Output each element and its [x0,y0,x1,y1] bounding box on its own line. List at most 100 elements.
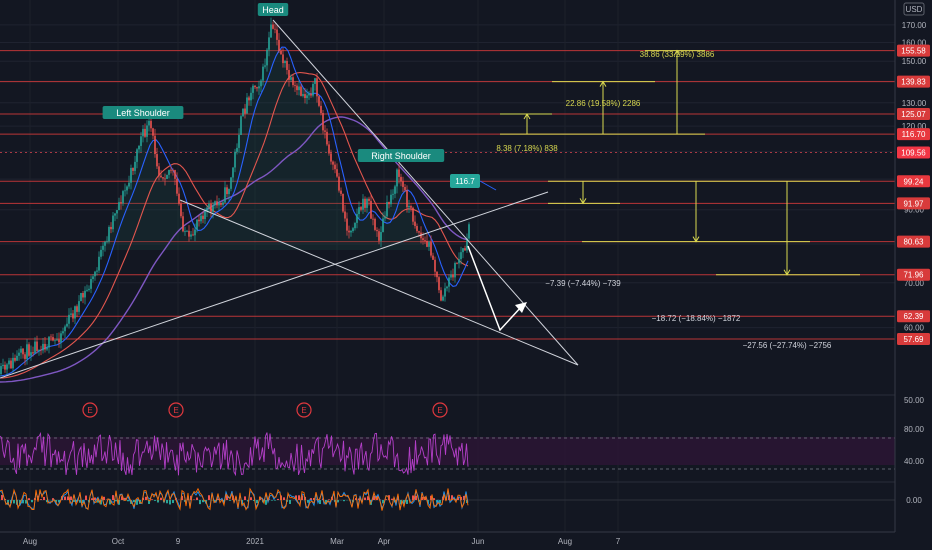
candle[interactable] [390,194,392,205]
candle[interactable] [168,169,170,175]
candle[interactable] [118,202,120,211]
candle[interactable] [52,337,54,341]
candle[interactable] [330,153,332,162]
candle[interactable] [42,343,44,351]
candle[interactable] [372,218,374,220]
candle[interactable] [138,145,140,150]
candle[interactable] [408,206,410,208]
candle[interactable] [152,128,154,136]
candle[interactable] [460,252,462,260]
candle[interactable] [212,205,214,212]
candle[interactable] [362,198,364,210]
candle[interactable] [324,130,326,132]
candle[interactable] [158,166,160,176]
candle[interactable] [126,186,128,191]
candle[interactable] [24,354,26,359]
candle[interactable] [416,225,418,232]
candle[interactable] [218,202,220,206]
candle[interactable] [98,256,100,271]
candle[interactable] [104,241,106,246]
candle[interactable] [382,218,384,233]
candle[interactable] [342,193,344,212]
candle[interactable] [356,214,358,223]
candle[interactable] [452,274,454,278]
candle[interactable] [272,24,274,29]
candle[interactable] [444,288,446,297]
candle[interactable] [398,169,400,177]
candle[interactable] [162,177,164,179]
price-axis[interactable]: USD 60.0070.0080.0090.00100.00110.00120.… [894,0,932,550]
candle[interactable] [30,352,32,356]
candle[interactable] [170,169,172,171]
candle[interactable] [194,229,196,236]
candle[interactable] [188,230,190,237]
candle[interactable] [58,339,60,343]
candle[interactable] [68,314,70,324]
candle[interactable] [314,78,316,84]
candle[interactable] [150,120,152,129]
candle[interactable] [56,339,58,341]
candle[interactable] [242,108,244,117]
candle[interactable] [308,93,310,96]
candle[interactable] [312,83,314,96]
candle[interactable] [280,50,282,55]
candle[interactable] [214,201,216,206]
candle[interactable] [370,200,372,219]
candle[interactable] [22,348,24,355]
candle[interactable] [454,263,456,278]
candle[interactable] [106,241,108,243]
candle[interactable] [200,215,202,222]
candle[interactable] [306,95,308,99]
candle[interactable] [6,364,8,370]
candle[interactable] [442,296,444,301]
candle[interactable] [66,323,68,327]
candle[interactable] [384,216,386,219]
candle[interactable] [134,161,136,171]
candle[interactable] [196,219,198,230]
candle[interactable] [464,248,466,251]
candle[interactable] [88,288,90,290]
candle[interactable] [410,206,412,208]
candle[interactable] [224,187,226,203]
candle[interactable] [400,176,402,182]
candle[interactable] [402,181,404,187]
candle[interactable] [238,134,240,148]
candle[interactable] [434,259,436,272]
candle[interactable] [284,61,286,64]
chart-canvas[interactable]: Head Left Shoulder Right Shoulder 116.7 38.… [0,0,932,550]
candle[interactable] [8,360,10,365]
candle[interactable] [366,198,368,208]
candle[interactable] [176,178,178,194]
candle[interactable] [414,221,416,226]
candle[interactable] [112,215,114,230]
candle[interactable] [0,366,2,374]
candle[interactable] [178,193,180,204]
candle[interactable] [328,144,330,154]
candle[interactable] [258,86,260,89]
candle[interactable] [386,201,388,217]
candle[interactable] [50,336,52,338]
candle[interactable] [172,169,174,171]
candle[interactable] [34,341,36,354]
candle[interactable] [216,201,218,206]
candle[interactable] [300,86,302,96]
candle[interactable] [142,128,144,137]
candle[interactable] [40,349,42,351]
candle[interactable] [276,29,278,40]
candle[interactable] [338,176,340,191]
candle[interactable] [320,105,322,114]
candle[interactable] [202,215,204,220]
candle[interactable] [182,216,184,232]
candle[interactable] [426,240,428,247]
candle[interactable] [440,290,442,301]
candle[interactable] [146,125,148,137]
candle[interactable] [44,343,46,350]
candle[interactable] [16,355,18,361]
candle[interactable] [64,326,66,332]
candle[interactable] [130,167,132,183]
candle[interactable] [432,255,434,260]
candle[interactable] [84,290,86,298]
candle[interactable] [108,226,110,242]
candle[interactable] [186,230,188,232]
candle[interactable] [456,263,458,264]
